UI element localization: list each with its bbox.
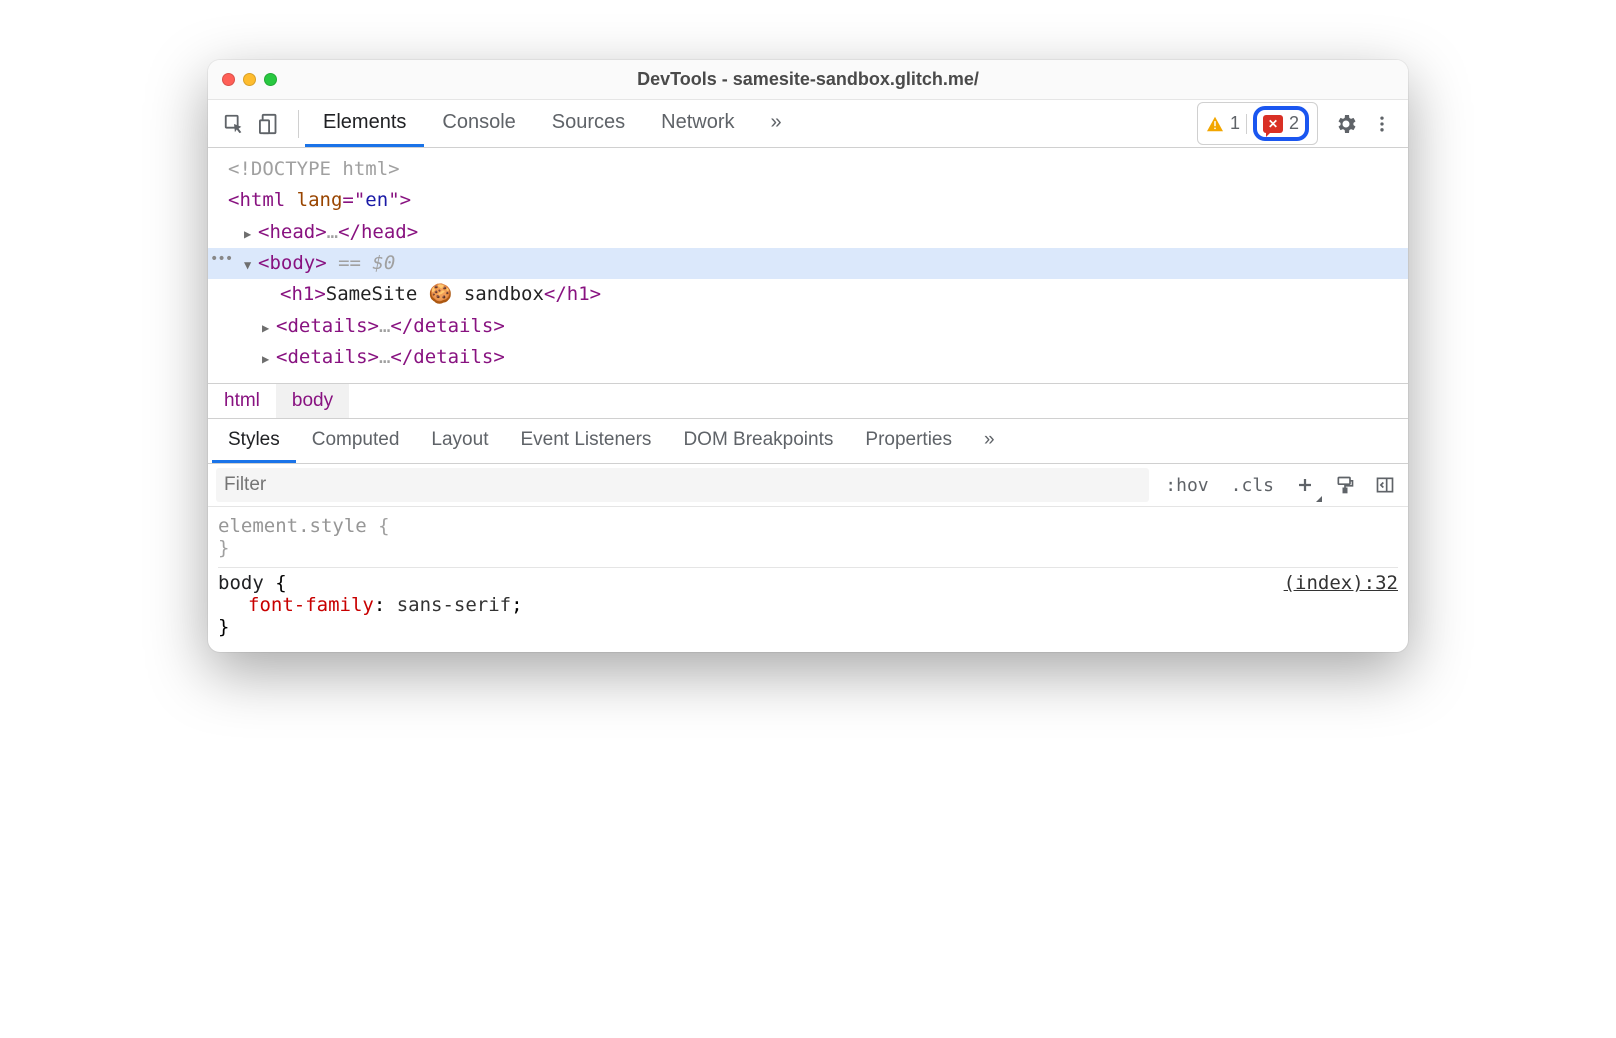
devtools-window: DevTools - samesite-sandbox.glitch.me/ E… xyxy=(208,60,1408,652)
warning-icon xyxy=(1206,116,1224,132)
rule-element-style[interactable]: element.style { } xyxy=(218,511,1398,563)
sidetab-event-listeners[interactable]: Event Listeners xyxy=(504,419,667,463)
expand-arrow-icon[interactable]: ▶ xyxy=(244,225,258,245)
settings-icon[interactable] xyxy=(1328,106,1364,142)
dom-tree[interactable]: <!DOCTYPE html> <html lang="en"> ▶<head>… xyxy=(208,148,1408,383)
tabs-overflow[interactable]: » xyxy=(753,100,800,147)
dom-line-details-1[interactable]: ▶<details>…</details> xyxy=(208,311,1408,342)
dom-line-h1[interactable]: <h1>SameSite 🍪 sandbox</h1> xyxy=(208,279,1408,310)
tab-console[interactable]: Console xyxy=(424,100,533,147)
window-title: DevTools - samesite-sandbox.glitch.me/ xyxy=(208,69,1408,90)
dom-line-head[interactable]: ▶<head>…</head> xyxy=(208,217,1408,248)
kebab-menu-icon[interactable] xyxy=(1364,106,1400,142)
tab-sources[interactable]: Sources xyxy=(534,100,643,147)
device-toolbar-icon[interactable] xyxy=(252,106,288,142)
issues-highlight: ✕ 2 xyxy=(1253,106,1309,141)
counter-divider xyxy=(1246,114,1247,134)
toggle-sidebar-icon[interactable] xyxy=(1370,470,1400,500)
warnings-issues-counter[interactable]: 1 ✕ 2 xyxy=(1197,102,1318,145)
main-toolbar: Elements Console Sources Network » 1 ✕ 2 xyxy=(208,100,1408,148)
styles-filter-input[interactable] xyxy=(216,468,1149,502)
styles-rules: element.style { } body { (index):32 font… xyxy=(208,507,1408,652)
styles-filter-row: :hov .cls xyxy=(208,464,1408,507)
titlebar: DevTools - samesite-sandbox.glitch.me/ xyxy=(208,60,1408,100)
css-property[interactable]: font-family: sans-serif; xyxy=(218,594,1398,616)
sidetab-layout[interactable]: Layout xyxy=(415,419,504,463)
hov-toggle[interactable]: :hov xyxy=(1159,473,1214,498)
paint-icon[interactable] xyxy=(1330,470,1360,500)
inspect-element-icon[interactable] xyxy=(216,106,252,142)
rule-source-link[interactable]: (index):32 xyxy=(1284,572,1398,594)
close-window-button[interactable] xyxy=(222,73,235,86)
warnings-count: 1 xyxy=(1230,113,1240,134)
issues-icon: ✕ xyxy=(1263,115,1283,133)
tab-elements[interactable]: Elements xyxy=(305,100,424,147)
toolbar-divider xyxy=(298,110,299,138)
traffic-lights xyxy=(222,73,277,86)
sidetab-computed[interactable]: Computed xyxy=(296,419,416,463)
sidetab-properties[interactable]: Properties xyxy=(849,419,968,463)
sidetab-styles[interactable]: Styles xyxy=(212,419,296,463)
minimize-window-button[interactable] xyxy=(243,73,256,86)
sidetab-dom-breakpoints[interactable]: DOM Breakpoints xyxy=(667,419,849,463)
dom-line-doctype[interactable]: <!DOCTYPE html> xyxy=(208,154,1408,185)
maximize-window-button[interactable] xyxy=(264,73,277,86)
dom-line-details-2[interactable]: ▶<details>…</details> xyxy=(208,342,1408,373)
new-rule-icon[interactable] xyxy=(1290,470,1320,500)
expand-arrow-icon[interactable]: ▶ xyxy=(262,350,276,370)
crumb-body[interactable]: body xyxy=(276,384,349,418)
styles-pane-tabs: Styles Computed Layout Event Listeners D… xyxy=(208,418,1408,464)
crumb-html[interactable]: html xyxy=(208,384,276,418)
rule-body[interactable]: body { (index):32 font-family: sans-seri… xyxy=(218,567,1398,642)
issues-count: 2 xyxy=(1289,113,1299,134)
sidetabs-overflow[interactable]: » xyxy=(968,419,1011,463)
dom-line-body-selected[interactable]: •••▼<body> == $0 xyxy=(208,248,1408,279)
expand-arrow-icon[interactable]: ▶ xyxy=(262,319,276,339)
cls-toggle[interactable]: .cls xyxy=(1225,473,1280,498)
tab-network[interactable]: Network xyxy=(643,100,752,147)
dom-line-html[interactable]: <html lang="en"> xyxy=(208,185,1408,216)
collapse-arrow-icon[interactable]: ▼ xyxy=(244,256,258,276)
dom-breadcrumbs: html body xyxy=(208,383,1408,418)
overflow-dots-icon[interactable]: ••• xyxy=(210,248,232,271)
